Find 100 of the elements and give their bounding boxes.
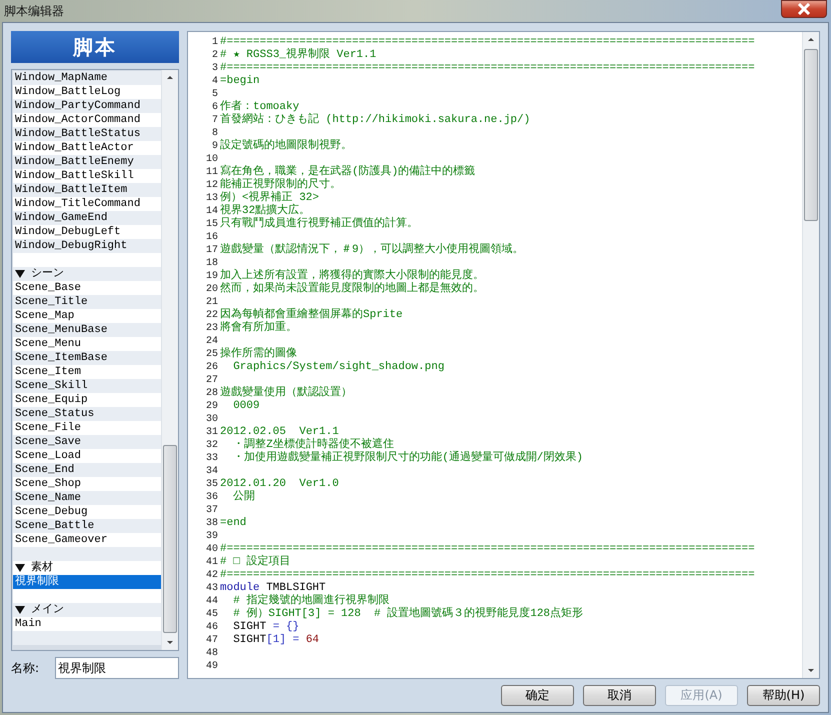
code-line: #================================================================================ bbox=[220, 569, 755, 582]
code-line: 2012.02.05 Ver1.1 bbox=[220, 426, 339, 438]
script-list-item[interactable]: 視界制限 bbox=[13, 575, 161, 589]
code-line: 只有戰鬥成員進行視野補正價值的計算。 bbox=[220, 218, 418, 231]
code-line: ・調整Z坐標使計時器使不被遮住 bbox=[232, 439, 394, 451]
code-editor[interactable] bbox=[187, 31, 820, 679]
script-list-item[interactable]: Scene_Equip bbox=[13, 393, 161, 407]
script-list-item[interactable]: Window_BattleItem bbox=[13, 183, 161, 197]
line-number: 20 bbox=[204, 283, 218, 296]
script-list-item[interactable]: Scene_MenuBase bbox=[13, 323, 161, 337]
line-number: 14 bbox=[204, 205, 218, 218]
line-number: 24 bbox=[204, 335, 218, 348]
code-line: Graphics/System/sight_shadow.png bbox=[232, 361, 444, 374]
line-number: 23 bbox=[204, 322, 218, 335]
close-button[interactable] bbox=[781, 0, 827, 18]
code-line: 2012.01.20 Ver1.0 bbox=[220, 478, 339, 490]
script-list-item[interactable]: Window_ActorCommand bbox=[13, 113, 161, 127]
code-line: # 例）SIGHT[3] = 128 # 設置地圖號碼３的視野能見度128点矩形 bbox=[232, 608, 584, 621]
code-line: #================================================================================ bbox=[220, 543, 755, 555]
section-label[interactable]: 素材 bbox=[31, 561, 53, 575]
script-list-item[interactable]: Window_BattleActor bbox=[13, 141, 161, 155]
line-number: 45 bbox=[204, 608, 218, 621]
line-number: 26 bbox=[204, 361, 218, 374]
scrollbar[interactable] bbox=[161, 70, 178, 650]
code-line: =end bbox=[220, 517, 246, 530]
script-list-item[interactable]: Scene_Name bbox=[13, 491, 161, 505]
script-list-item[interactable]: Window_BattleEnemy bbox=[13, 155, 161, 169]
line-number: 38 bbox=[204, 517, 218, 530]
line-number: 47 bbox=[204, 634, 218, 647]
script-list-item[interactable]: Scene_Battle bbox=[13, 519, 161, 533]
script-list-item[interactable]: Window_BattleSkill bbox=[13, 169, 161, 183]
script-list-item[interactable]: Window_PartyCommand bbox=[13, 99, 161, 113]
script-list-item[interactable]: Scene_Debug bbox=[13, 505, 161, 519]
script-list-item[interactable]: Window_MapName bbox=[13, 71, 161, 85]
script-list-item[interactable]: Window_TitleCommand bbox=[13, 197, 161, 211]
script-list-item[interactable]: Window_DebugRight bbox=[13, 239, 161, 253]
script-list-item[interactable]: Scene_Menu bbox=[13, 337, 161, 351]
line-number: 7 bbox=[210, 114, 218, 127]
code-line: #================================================================================ bbox=[220, 36, 755, 48]
line-number: 48 bbox=[204, 647, 218, 660]
line-number: 46 bbox=[204, 621, 218, 634]
code-line: 遊戲變量使用（默認設置） bbox=[220, 387, 352, 400]
line-number: 37 bbox=[204, 504, 218, 517]
line-number: 2 bbox=[210, 49, 218, 62]
line-number: 39 bbox=[204, 530, 218, 543]
code-line: 視界32點擴大広。 bbox=[220, 205, 310, 217]
line-number: 31 bbox=[204, 426, 218, 439]
line-number: 36 bbox=[204, 491, 218, 504]
script-list-item[interactable]: Window_GameEnd bbox=[13, 211, 161, 225]
line-number: 34 bbox=[204, 465, 218, 478]
line-number: 10 bbox=[204, 153, 218, 166]
line-number: 41 bbox=[204, 556, 218, 569]
dialog-button[interactable]: 确定 bbox=[501, 685, 574, 706]
line-number: 22 bbox=[204, 309, 218, 322]
line-number: 15 bbox=[204, 218, 218, 231]
line-number: 49 bbox=[204, 660, 218, 673]
code-line: 然而，如果尚未設置能見度限制的地圖上都是無效的。 bbox=[220, 283, 484, 296]
script-list-item[interactable]: Scene_Save bbox=[13, 435, 161, 449]
line-number: 21 bbox=[204, 296, 218, 309]
script-list-item[interactable]: Scene_Gameover bbox=[13, 533, 161, 547]
line-number: 17 bbox=[204, 244, 218, 257]
script-list-item[interactable]: Main bbox=[13, 617, 161, 631]
dialog-button[interactable]: 帮助(H) bbox=[747, 685, 820, 706]
script-list-item[interactable]: Window_BattleStatus bbox=[13, 127, 161, 141]
scrollbar[interactable] bbox=[802, 32, 819, 678]
line-number: 42 bbox=[204, 569, 218, 582]
script-list-item[interactable]: Scene_Shop bbox=[13, 477, 161, 491]
line-number: 9 bbox=[210, 140, 218, 153]
code-line: ・加使用遊戲變量補正視野限制尺寸的功能(通過變量可做成開/閉效果) bbox=[232, 452, 584, 465]
code-line: =begin bbox=[220, 75, 260, 88]
code-line: 寫在角色，職業，是在武器(防護具)的備註中的標籤 bbox=[220, 166, 476, 178]
code-line: 0009 bbox=[232, 400, 260, 413]
script-list-item[interactable]: Scene_Title bbox=[13, 295, 161, 309]
script-list-item[interactable]: Scene_ItemBase bbox=[13, 351, 161, 365]
script-list-item[interactable]: Scene_Load bbox=[13, 449, 161, 463]
script-list-item[interactable]: Scene_End bbox=[13, 463, 161, 477]
line-number: 18 bbox=[204, 257, 218, 270]
window-title: 脚本编辑器 bbox=[4, 2, 64, 20]
line-number: 29 bbox=[204, 400, 218, 413]
script-list-item[interactable]: Window_DebugLeft bbox=[13, 225, 161, 239]
script-list-item[interactable]: Window_BattleLog bbox=[13, 85, 161, 99]
line-number: 5 bbox=[210, 88, 218, 101]
code-line: module TMBLSIGHT bbox=[220, 582, 326, 594]
line-number: 3 bbox=[210, 62, 218, 75]
script-list-item[interactable]: Scene_Status bbox=[13, 407, 161, 421]
code-line: SIGHT[1] = 64 bbox=[232, 634, 320, 647]
script-list-item[interactable]: Scene_Map bbox=[13, 309, 161, 323]
script-list-item[interactable]: Scene_Skill bbox=[13, 379, 161, 393]
script-list-item[interactable]: Scene_Item bbox=[13, 365, 161, 379]
code-line: 公開 bbox=[232, 491, 256, 504]
line-number: 33 bbox=[204, 452, 218, 465]
name-field[interactable]: 視界制限 bbox=[55, 657, 179, 679]
script-list-item[interactable]: Scene_File bbox=[13, 421, 161, 435]
close-icon bbox=[797, 3, 811, 15]
dialog-button[interactable]: 取消 bbox=[583, 685, 656, 706]
script-list-item[interactable]: Scene_Base bbox=[13, 281, 161, 295]
line-number: 44 bbox=[204, 595, 218, 608]
line-number: 8 bbox=[210, 127, 218, 140]
code-line: 因為每幀都會重繪整個屏幕的Sprite bbox=[220, 309, 403, 321]
line-number: 13 bbox=[204, 192, 218, 205]
